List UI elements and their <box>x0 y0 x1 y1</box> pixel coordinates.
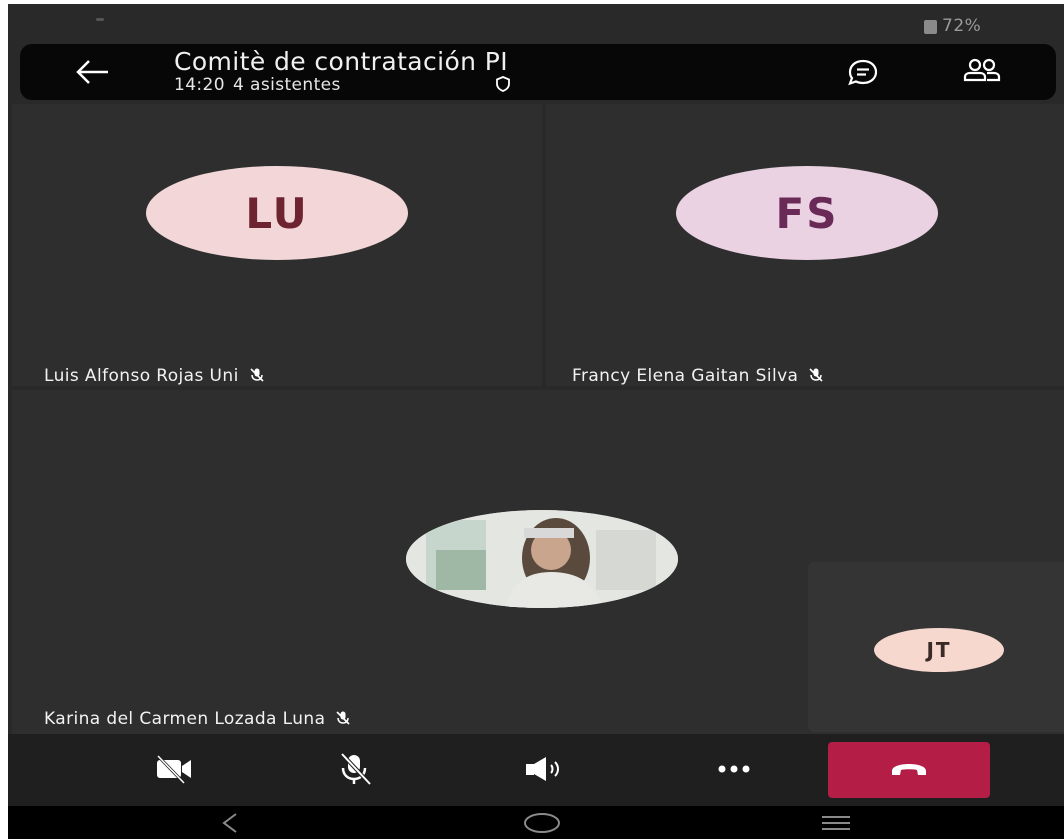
avatar: FS <box>676 166 938 260</box>
mic-muted-icon <box>809 368 823 382</box>
status-bar: 72% <box>8 4 1064 44</box>
nav-recents-icon[interactable] <box>816 814 856 832</box>
meeting-duration: 14:20 <box>174 75 225 95</box>
hang-up-icon <box>892 764 926 775</box>
participant-name: Karina del Carmen Lozada Luna <box>44 709 326 729</box>
speaker-button[interactable] <box>504 746 584 792</box>
participant-name: Luis Alfonso Rojas Uni <box>44 366 239 386</box>
meeting-title: Comitè de contratación PI <box>174 47 509 76</box>
notification-dot-icon <box>96 18 104 21</box>
nav-back-icon[interactable] <box>218 812 242 834</box>
nav-home-icon[interactable] <box>522 812 562 834</box>
shield-icon <box>496 76 510 92</box>
hang-up-button[interactable] <box>828 742 990 798</box>
participant-name: Francy Elena Gaitan Silva <box>572 366 799 386</box>
participant-name-row: Luis Alfonso Rojas Uni <box>44 366 265 386</box>
mic-off-icon <box>340 752 372 786</box>
avatar: LU <box>146 166 408 260</box>
video-off-icon <box>156 754 191 784</box>
mic-muted-icon <box>336 711 350 725</box>
video-toggle-button[interactable] <box>134 746 214 792</box>
call-screen: 72% Comitè de contratación PI 14:20 4 asi… <box>8 4 1064 839</box>
battery-icon <box>924 20 937 34</box>
meeting-info: 14:20 4 asistentes <box>174 75 349 95</box>
profile-photo-icon <box>406 510 678 608</box>
back-arrow-icon[interactable] <box>72 56 112 88</box>
self-view-tile[interactable]: JT <box>808 562 1064 732</box>
more-options-icon <box>718 765 750 773</box>
people-icon[interactable] <box>962 56 1002 88</box>
attendee-count: 4 asistentes <box>233 75 341 95</box>
participant-name-row: Karina del Carmen Lozada Luna <box>44 709 351 729</box>
participant-tile-1[interactable]: LU Luis Alfonso Rojas Uni <box>12 104 542 386</box>
participant-tile-2[interactable]: FS Francy Elena Gaitan Silva <box>546 104 1064 386</box>
microphone-toggle-button[interactable] <box>314 746 394 792</box>
avatar: JT <box>874 628 1004 672</box>
meeting-header: Comitè de contratación PI 14:20 4 asisten… <box>20 44 1056 100</box>
speaker-icon <box>526 757 559 781</box>
chat-icon[interactable] <box>846 56 880 88</box>
participant-photo <box>406 510 678 608</box>
call-controls <box>8 734 1064 806</box>
system-nav-bar <box>8 806 1064 839</box>
more-options-button[interactable] <box>694 746 774 792</box>
participant-name-row: Francy Elena Gaitan Silva <box>572 366 824 386</box>
battery-level: 72% <box>942 16 982 36</box>
mic-muted-icon <box>249 368 264 382</box>
